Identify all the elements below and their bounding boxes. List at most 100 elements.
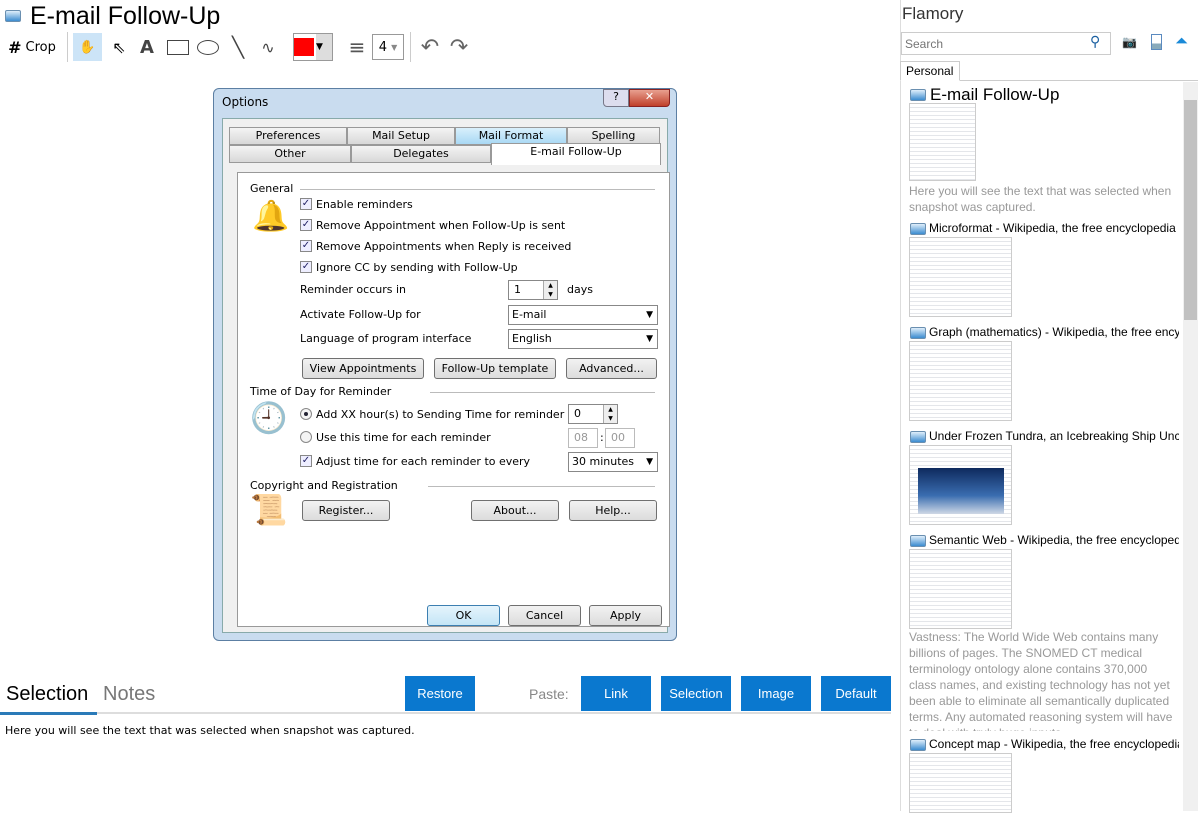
list-item-title[interactable]: Semantic Web - Wikipedia, the free encyc… — [929, 533, 1179, 547]
tab-personal[interactable]: Personal — [900, 61, 960, 81]
divider — [0, 712, 891, 714]
tab-page: General 🔔 ✓ Enable reminders ✓ Remove Ap… — [237, 172, 670, 627]
list-item-title[interactable]: Concept map - Wikipedia, the free encycl… — [929, 737, 1179, 751]
ok-button[interactable]: OK — [427, 605, 500, 626]
checkbox-label: Remove Appointments when Reply is receiv… — [316, 240, 572, 253]
hours-value: 0 — [574, 407, 581, 420]
line-width-icon: ≡ — [348, 35, 366, 59]
tab-other[interactable]: Other — [229, 145, 351, 163]
cancel-button[interactable]: Cancel — [508, 605, 581, 626]
adjust-interval-value: 30 minutes — [572, 455, 635, 468]
snapshot-thumbnail[interactable] — [909, 549, 1012, 629]
ellipse-tool-icon[interactable] — [196, 33, 220, 61]
hour-field[interactable]: 08 — [568, 428, 598, 448]
paste-label: Paste: — [529, 686, 569, 702]
collapse-top-icon[interactable]: ⏶ — [1175, 33, 1188, 49]
snapshot-thumbnail[interactable] — [909, 753, 1012, 813]
list-item-title[interactable]: E-mail Follow-Up — [930, 85, 1180, 105]
line-width-select[interactable]: 4 ▼ — [372, 34, 404, 60]
radio-label: Use this time for each reminder — [316, 431, 491, 444]
page-title: E-mail Follow-Up — [30, 2, 221, 30]
checkbox-label: Adjust time for each reminder to every — [316, 455, 531, 468]
remove-appointments-reply-checkbox[interactable]: ✓ — [300, 240, 312, 252]
snapshot-thumbnail[interactable] — [909, 341, 1012, 421]
scrollbar-thumb[interactable] — [1184, 100, 1197, 320]
text-tool-icon[interactable]: A — [136, 33, 158, 61]
line-tool-icon[interactable]: ╲ — [226, 33, 250, 61]
options-dialog: Options ? ✕ Preferences Mail Setup Mail … — [213, 88, 677, 641]
list-item-title[interactable]: Microformat - Wikipedia, the free encycl… — [929, 221, 1179, 235]
spin-arrows-icon[interactable]: ▲ ▼ — [603, 405, 617, 423]
apply-button[interactable]: Apply — [589, 605, 662, 626]
undo-icon[interactable]: ↶ — [417, 33, 443, 61]
page-icon — [910, 739, 926, 751]
days-label: days — [567, 283, 593, 296]
register-button[interactable]: Register... — [302, 500, 390, 521]
pointer-tool-icon[interactable]: ⇖ — [108, 33, 130, 61]
view-appointments-button[interactable]: View Appointments — [302, 358, 424, 379]
minute-field[interactable]: 00 — [605, 428, 635, 448]
paste-link-button[interactable]: Link — [581, 676, 651, 711]
registration-icon: 📜 — [250, 493, 288, 528]
search-icon[interactable]: ⚲ — [1090, 34, 1100, 50]
adjust-time-checkbox[interactable]: ✓ — [300, 455, 312, 467]
hand-tool-icon[interactable]: ✋ — [73, 33, 102, 61]
rectangle-tool-icon[interactable] — [166, 33, 190, 61]
restore-button[interactable]: Restore — [405, 676, 475, 711]
spin-arrows-icon[interactable]: ▲ ▼ — [543, 281, 557, 299]
tab-delegates[interactable]: Delegates — [351, 145, 491, 163]
camera-icon[interactable]: 📷 — [1122, 35, 1137, 49]
paste-image-button[interactable]: Image — [741, 676, 811, 711]
help-dialog-button[interactable]: Help... — [569, 500, 657, 521]
freehand-tool-icon[interactable]: ∿ — [256, 33, 280, 61]
page-icon — [910, 223, 926, 235]
document-icon[interactable] — [1151, 34, 1162, 50]
language-value: English — [512, 332, 552, 345]
language-select[interactable]: English ▼ — [508, 329, 658, 349]
radio-label: Add XX hour(s) to Sending Time for remin… — [316, 408, 565, 421]
color-picker[interactable]: ▼ — [293, 33, 333, 61]
fixed-time-radio[interactable] — [300, 431, 312, 443]
tab-preferences[interactable]: Preferences — [229, 127, 347, 145]
snapshot-thumbnail[interactable] — [909, 237, 1012, 317]
tab-notes[interactable]: Notes — [103, 683, 155, 706]
tab-email-follow-up[interactable]: E-mail Follow-Up — [491, 143, 661, 165]
list-item-title[interactable]: Graph (mathematics) - Wikipedia, the fre… — [929, 325, 1179, 339]
scrollbar[interactable] — [1183, 82, 1198, 811]
chevron-down-icon: ▼ — [316, 34, 332, 60]
sidebar-title: Flamory — [902, 4, 964, 23]
list-item-title[interactable]: Under Frozen Tundra, an Icebreaking Ship… — [929, 429, 1179, 443]
adjust-interval-select[interactable]: 30 minutes ▼ — [568, 452, 658, 472]
snapshot-thumbnail[interactable] — [909, 103, 976, 181]
follow-up-template-button[interactable]: Follow-Up template — [434, 358, 556, 379]
divider — [900, 0, 901, 811]
advanced-button[interactable]: Advanced... — [566, 358, 657, 379]
redo-icon[interactable]: ↷ — [446, 33, 472, 61]
reminder-days-stepper[interactable]: 1 ▲ ▼ — [508, 280, 558, 300]
help-button[interactable]: ? — [603, 89, 629, 107]
ignore-cc-checkbox[interactable]: ✓ — [300, 261, 312, 273]
app-icon — [5, 10, 21, 22]
paste-selection-button[interactable]: Selection — [661, 676, 731, 711]
activate-select[interactable]: E-mail ▼ — [508, 305, 658, 325]
dialog-title: Options — [222, 95, 269, 109]
crop-button[interactable]: # Crop — [6, 33, 58, 61]
tab-mail-setup[interactable]: Mail Setup — [347, 127, 455, 145]
enable-reminders-checkbox[interactable]: ✓ — [300, 198, 312, 210]
selection-text: Here you will see the text that was sele… — [5, 724, 415, 737]
divider — [300, 189, 655, 190]
close-button[interactable]: ✕ — [629, 89, 670, 107]
active-tab-indicator — [0, 712, 97, 715]
hours-stepper[interactable]: 0 ▲ ▼ — [568, 404, 618, 424]
page-icon — [910, 327, 926, 339]
about-button[interactable]: About... — [471, 500, 559, 521]
copyright-heading: Copyright and Registration — [250, 479, 398, 492]
checkbox-label: Ignore CC by sending with Follow-Up — [316, 261, 518, 274]
tab-selection[interactable]: Selection — [6, 683, 88, 706]
paste-default-button[interactable]: Default — [821, 676, 891, 711]
bell-icon: 🔔 — [252, 199, 290, 234]
add-hours-radio[interactable] — [300, 408, 312, 420]
remove-appointment-checkbox[interactable]: ✓ — [300, 219, 312, 231]
snapshot-thumbnail[interactable] — [909, 445, 1012, 525]
search-input[interactable] — [901, 32, 1111, 55]
